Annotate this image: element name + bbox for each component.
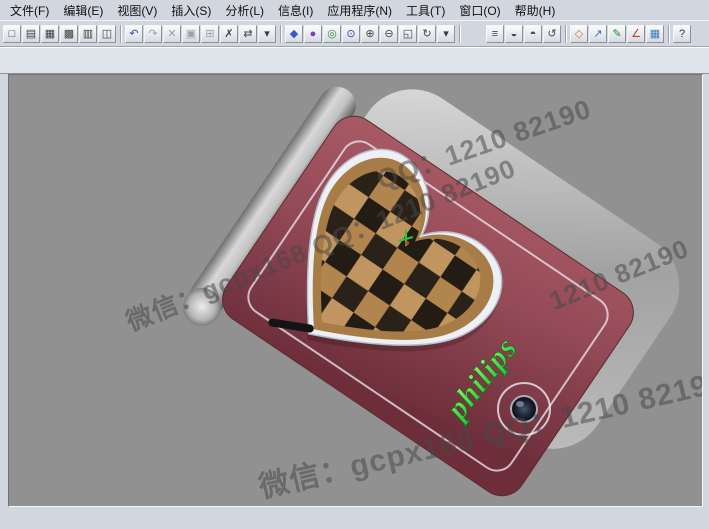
menu-insert[interactable]: 插入(S) — [164, 0, 218, 21]
show-hide-icon[interactable]: ◒ — [505, 25, 523, 43]
menu-application[interactable]: 应用程序(N) — [320, 0, 399, 21]
zoom-window-icon[interactable]: ◱ — [399, 25, 417, 43]
copy-icon[interactable]: ▣ — [182, 25, 200, 43]
menu-file[interactable]: 文件(F) — [3, 0, 56, 21]
menu-information[interactable]: 信息(I) — [271, 0, 320, 21]
grid-icon[interactable]: ▦ — [646, 25, 664, 43]
rotate-view-icon[interactable]: ↻ — [418, 25, 436, 43]
paste-icon[interactable]: ⊞ — [201, 25, 219, 43]
main-toolbar: □▤▦▩▥◫↶↷✕▣⊞✗⇄▾◆●◎⊙⊕⊖◱↻▾≡◒◓↺◇↗✎∠▦? — [0, 20, 709, 47]
context-help-icon[interactable]: ? — [673, 25, 691, 43]
menu-edit[interactable]: 编辑(E) — [56, 0, 110, 21]
redo-icon[interactable]: ↷ — [144, 25, 162, 43]
toolbar-separator — [120, 25, 122, 43]
save-icon[interactable]: ▦ — [41, 25, 59, 43]
sketch-icon[interactable]: ✎ — [608, 25, 626, 43]
zoom-out-icon[interactable]: ⊖ — [380, 25, 398, 43]
view-dropdown-icon[interactable]: ▾ — [437, 25, 455, 43]
plot-icon[interactable]: ◫ — [98, 25, 116, 43]
fit-view-icon[interactable]: ⊙ — [342, 25, 360, 43]
toolbar-gap — [464, 25, 486, 43]
toolbar-separator — [459, 25, 461, 43]
edit-more-dropdown-icon[interactable]: ▾ — [258, 25, 276, 43]
status-bar — [0, 507, 709, 529]
menu-analysis[interactable]: 分析(L) — [218, 0, 271, 21]
layer-settings-icon[interactable]: ≡ — [486, 25, 504, 43]
refresh-icon[interactable]: ↺ — [543, 25, 561, 43]
cut-icon[interactable]: ✕ — [163, 25, 181, 43]
menu-window[interactable]: 窗口(O) — [452, 0, 507, 21]
menu-view[interactable]: 视图(V) — [110, 0, 164, 21]
toolbar-separator — [565, 25, 567, 43]
transform-icon[interactable]: ⇄ — [239, 25, 257, 43]
menu-help[interactable]: 帮助(H) — [508, 0, 563, 21]
view-style-icon[interactable]: ◆ — [285, 25, 303, 43]
toolbar-separator — [668, 25, 670, 43]
new-file-icon[interactable]: □ — [3, 25, 21, 43]
datum-plane-icon[interactable]: ◇ — [570, 25, 588, 43]
zoom-in-icon[interactable]: ⊕ — [361, 25, 379, 43]
save-as-icon[interactable]: ▩ — [60, 25, 78, 43]
prompt-bar — [0, 47, 709, 74]
open-file-icon[interactable]: ▤ — [22, 25, 40, 43]
print-icon[interactable]: ▥ — [79, 25, 97, 43]
wireframe-view-icon[interactable]: ◎ — [323, 25, 341, 43]
datum-axis-icon[interactable]: ↗ — [589, 25, 607, 43]
constraint-icon[interactable]: ∠ — [627, 25, 645, 43]
object-display-icon[interactable]: ◓ — [524, 25, 542, 43]
graphics-viewport[interactable]: philips QQ：1210 82190 微信：gcpx168 QQ：1210… — [8, 74, 703, 507]
menu-bar: 文件(F)编辑(E)视图(V)插入(S)分析(L)信息(I)应用程序(N)工具(… — [0, 0, 709, 20]
menu-tools[interactable]: 工具(T) — [399, 0, 452, 21]
undo-icon[interactable]: ↶ — [125, 25, 143, 43]
shaded-view-icon[interactable]: ● — [304, 25, 322, 43]
delete-icon[interactable]: ✗ — [220, 25, 238, 43]
toolbar-separator — [280, 25, 282, 43]
